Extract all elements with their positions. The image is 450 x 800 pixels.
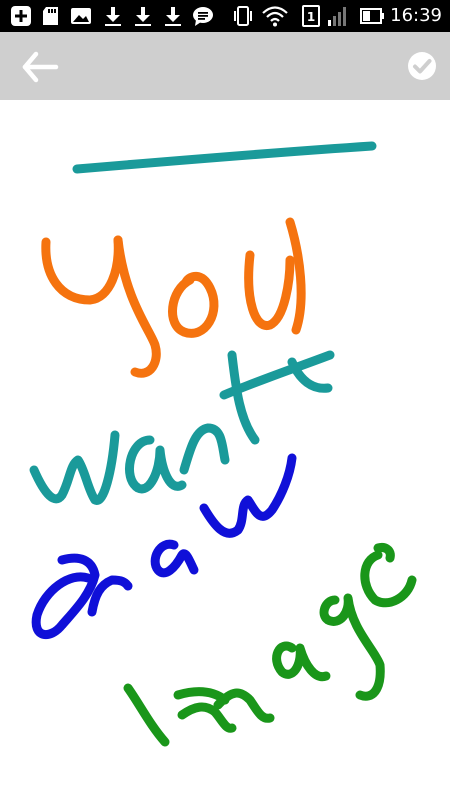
stroke-word-image [123, 543, 417, 747]
wifi-icon [262, 6, 288, 27]
signal-icon [328, 7, 346, 26]
stroke-word-you [41, 217, 306, 378]
download-icon [135, 7, 151, 26]
done-button[interactable] [406, 50, 438, 82]
drawing-canvas[interactable] [0, 100, 450, 800]
vibrate-icon [234, 6, 252, 26]
image-icon [71, 8, 91, 24]
add-notification-icon [11, 6, 31, 26]
download-icon [165, 7, 181, 26]
sim-1-label: 1 [307, 10, 315, 24]
back-button[interactable] [22, 50, 62, 84]
status-time: 16:39 [390, 5, 442, 26]
stroke-line [72, 141, 377, 174]
battery-icon [360, 8, 384, 24]
sd-card-icon [43, 7, 58, 25]
download-icon [105, 7, 121, 26]
toolbar [0, 32, 450, 100]
chat-icon [193, 7, 213, 26]
status-bar: 1 16:39 [0, 0, 450, 32]
sim-1-icon: 1 [302, 5, 320, 27]
check-circle-icon [408, 52, 436, 80]
arrow-left-icon [22, 51, 59, 83]
drawing-surface[interactable] [0, 100, 450, 800]
stroke-word-draw [31, 453, 297, 639]
